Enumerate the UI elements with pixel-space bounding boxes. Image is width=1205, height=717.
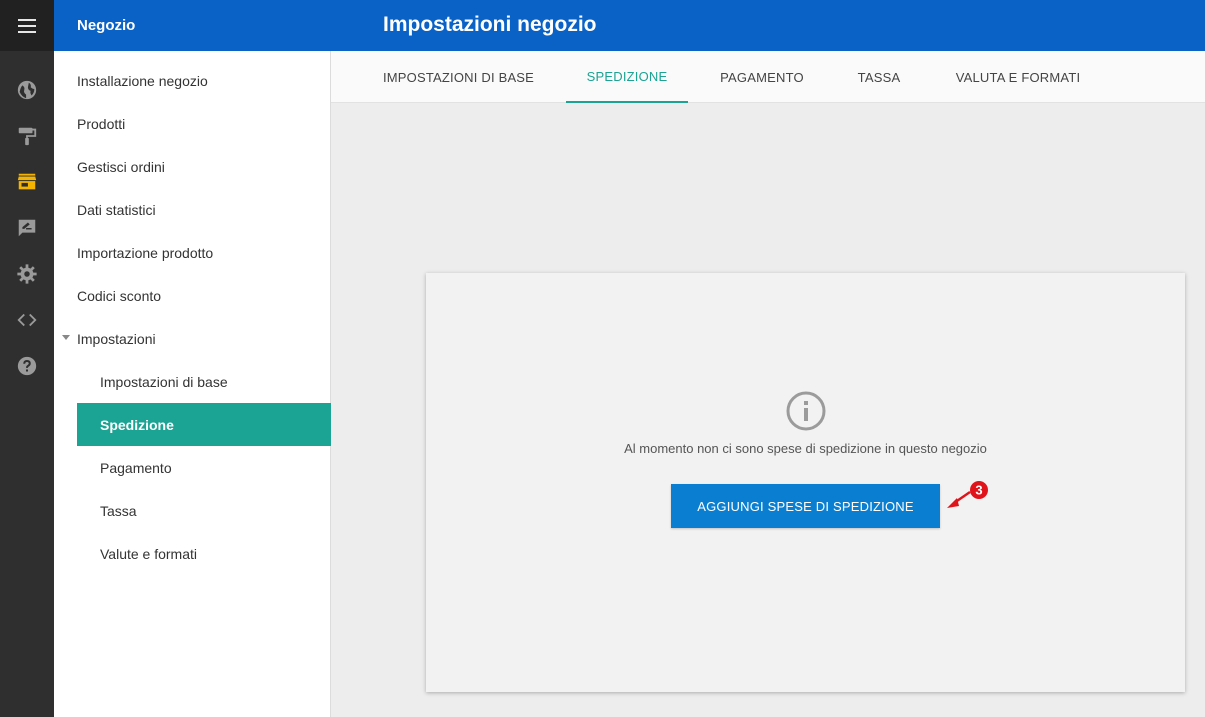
page-title: Impostazioni negozio [383, 13, 597, 36]
header-bar: Negozio Impostazioni negozio [54, 0, 1205, 51]
icon-rail [0, 0, 54, 717]
tab-shipping[interactable]: SPEDIZIONE [566, 51, 688, 103]
shipping-empty-card: Al momento non ci sono spese di spedizio… [426, 273, 1185, 692]
sidebar-subitem-payment[interactable]: Pagamento [77, 446, 331, 489]
tab-tax[interactable]: TASSA [844, 51, 914, 103]
menu-button[interactable] [0, 0, 54, 51]
rail-feedback-button[interactable] [0, 208, 54, 248]
annotation-number: 3 [975, 483, 982, 498]
caret-down-icon [62, 335, 70, 340]
tab-label: IMPOSTAZIONI DI BASE [382, 69, 535, 85]
code-icon [17, 313, 37, 327]
tab-label: VALUTA E FORMATI [955, 69, 1081, 85]
add-shipping-button[interactable]: AGGIUNGI SPESE DI SPEDIZIONE [671, 484, 940, 528]
sidebar-item-label: Importazione prodotto [77, 244, 214, 261]
sidebar-item-store-setup[interactable]: Installazione negozio [54, 59, 331, 102]
settings-tabs: IMPOSTAZIONI DI BASE SPEDIZIONE PAGAMENT… [331, 51, 1205, 103]
tab-currency-formats[interactable]: VALUTA E FORMATI [943, 51, 1093, 103]
sidebar-item-orders[interactable]: Gestisci ordini [54, 145, 331, 188]
sidebar-subitem-shipping[interactable]: Spedizione [77, 403, 331, 446]
sidebar-item-label: Prodotti [77, 115, 126, 132]
sidebar-item-label: Tassa [100, 502, 137, 519]
sidebar-item-label: Installazione negozio [77, 72, 208, 89]
sidebar-subitem-basic-settings[interactable]: Impostazioni di base [77, 360, 331, 403]
tab-label: PAGAMENTO [720, 69, 804, 85]
rail-design-button[interactable] [0, 116, 54, 156]
sidebar-item-label: Pagamento [100, 459, 172, 476]
feedback-icon [18, 219, 36, 237]
sidebar-item-settings[interactable]: Impostazioni [54, 317, 331, 360]
sidebar-item-label: Impostazioni [77, 330, 156, 347]
tab-label: TASSA [857, 69, 901, 85]
rail-website-button[interactable] [0, 70, 54, 110]
globe-icon [17, 80, 37, 100]
annotation-arrow: 3 [947, 481, 988, 508]
sidebar-item-label: Spedizione [100, 416, 174, 433]
info-icon [786, 391, 826, 431]
sidebar-item-label: Valute e formati [100, 545, 198, 562]
sidebar-item-label: Codici sconto [77, 287, 162, 304]
rail-settings-button[interactable] [0, 254, 54, 294]
empty-state-message: Al momento non ci sono spese di spedizio… [624, 441, 987, 456]
gear-icon [17, 264, 37, 284]
rail-code-button[interactable] [0, 300, 54, 340]
tab-basic-settings[interactable]: IMPOSTAZIONI DI BASE [371, 51, 546, 103]
sidebar: Installazione negozio Prodotti Gestisci … [54, 51, 331, 717]
sidebar-item-label: Gestisci ordini [77, 158, 165, 175]
help-icon [17, 356, 37, 376]
sidebar-item-label: Dati statistici [77, 201, 156, 218]
store-icon [17, 173, 37, 190]
app-title: Negozio [77, 17, 136, 34]
sidebar-item-statistics[interactable]: Dati statistici [54, 188, 331, 231]
paint-roller-icon [18, 127, 37, 146]
rail-help-button[interactable] [0, 346, 54, 386]
menu-icon [18, 18, 36, 33]
sidebar-subitem-currency-formats[interactable]: Valute e formati [77, 532, 331, 575]
sidebar-item-label: Impostazioni di base [100, 373, 228, 390]
sidebar-item-product-import[interactable]: Importazione prodotto [54, 231, 331, 274]
tab-payment[interactable]: PAGAMENTO [710, 51, 814, 103]
sidebar-subitem-tax[interactable]: Tassa [77, 489, 331, 532]
tab-label: SPEDIZIONE [586, 68, 668, 84]
sidebar-item-discount-codes[interactable]: Codici sconto [54, 274, 331, 317]
rail-store-button[interactable] [0, 162, 54, 202]
sidebar-item-products[interactable]: Prodotti [54, 102, 331, 145]
